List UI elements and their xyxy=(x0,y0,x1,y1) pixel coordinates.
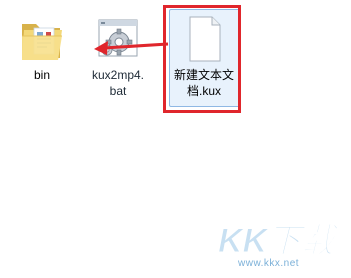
folder-icon xyxy=(22,24,62,60)
file-label-kux2mp4-line1: kux2mp4. xyxy=(91,68,145,82)
annotation-arrow-icon xyxy=(94,41,169,55)
watermark-brand-text: KK下载 xyxy=(218,222,340,260)
annotation-highlight-box xyxy=(163,5,241,113)
file-label-kux2mp4-line2: bat xyxy=(109,84,127,98)
file-item-bin[interactable]: bin xyxy=(3,14,81,83)
explorer-file-pane: bin kux2mp4. bat 新建文本文 档.kux KK下载 www.kk… xyxy=(0,0,351,278)
watermark-url: www.kkx.net xyxy=(238,258,300,269)
file-label-bin: bin xyxy=(33,68,50,82)
